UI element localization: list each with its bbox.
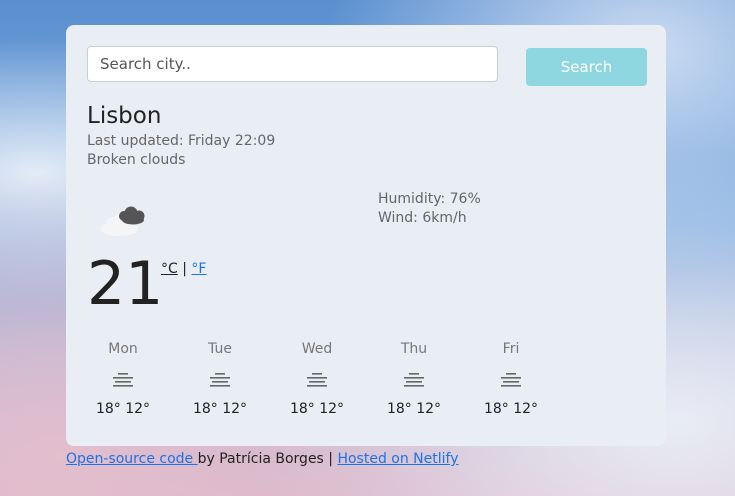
mist-icon (113, 373, 133, 387)
forecast-day-name: Thu (400, 341, 428, 357)
humidity: Humidity: 76% (378, 191, 481, 207)
source-code-link[interactable]: Open-source code (66, 451, 198, 467)
unit-separator: | (182, 261, 187, 277)
forecast-day-name: Wed (301, 341, 333, 357)
city-name: Lisbon (87, 103, 162, 129)
forecast-day-mon: Mon 18° 12° (83, 341, 163, 417)
mist-icon (404, 373, 424, 387)
mist-icon (501, 373, 521, 387)
forecast-day-thu: Thu 18° 12° (374, 341, 454, 417)
search-button[interactable]: Search (526, 48, 647, 86)
unit-toggle: °C | °F (161, 261, 206, 277)
footer: Open-source code by Patrícia Borges | Ho… (66, 451, 459, 467)
forecast-day-fri: Fri 18° 12° (471, 341, 551, 417)
wind: Wind: 6km/h (378, 210, 467, 226)
weather-card: Search Lisbon Last updated: Friday 22:09… (66, 25, 666, 446)
search-input[interactable] (87, 46, 498, 82)
forecast-temps: 18° 12° (289, 401, 345, 417)
forecast-temps: 18° 12° (483, 401, 539, 417)
forecast-day-wed: Wed 18° 12° (277, 341, 357, 417)
celsius-link[interactable]: °C (161, 261, 178, 277)
author-credit: by Patrícia Borges | (197, 451, 338, 467)
forecast-day-name: Fri (502, 341, 520, 357)
fahrenheit-link[interactable]: °F (191, 261, 206, 277)
forecast-day-name: Mon (108, 341, 138, 357)
forecast-temps: 18° 12° (386, 401, 442, 417)
netlify-link[interactable]: Hosted on Netlify (337, 451, 458, 467)
forecast-temps: 18° 12° (192, 401, 248, 417)
mist-icon (307, 373, 327, 387)
mist-icon (210, 373, 230, 387)
forecast-day-tue: Tue 18° 12° (180, 341, 260, 417)
forecast-temps: 18° 12° (95, 401, 151, 417)
forecast-day-name: Tue (208, 341, 232, 357)
weather-description: Broken clouds (87, 152, 186, 168)
current-temperature: 21 (87, 249, 164, 319)
last-updated: Last updated: Friday 22:09 (87, 133, 276, 149)
broken-clouds-icon (100, 206, 145, 236)
